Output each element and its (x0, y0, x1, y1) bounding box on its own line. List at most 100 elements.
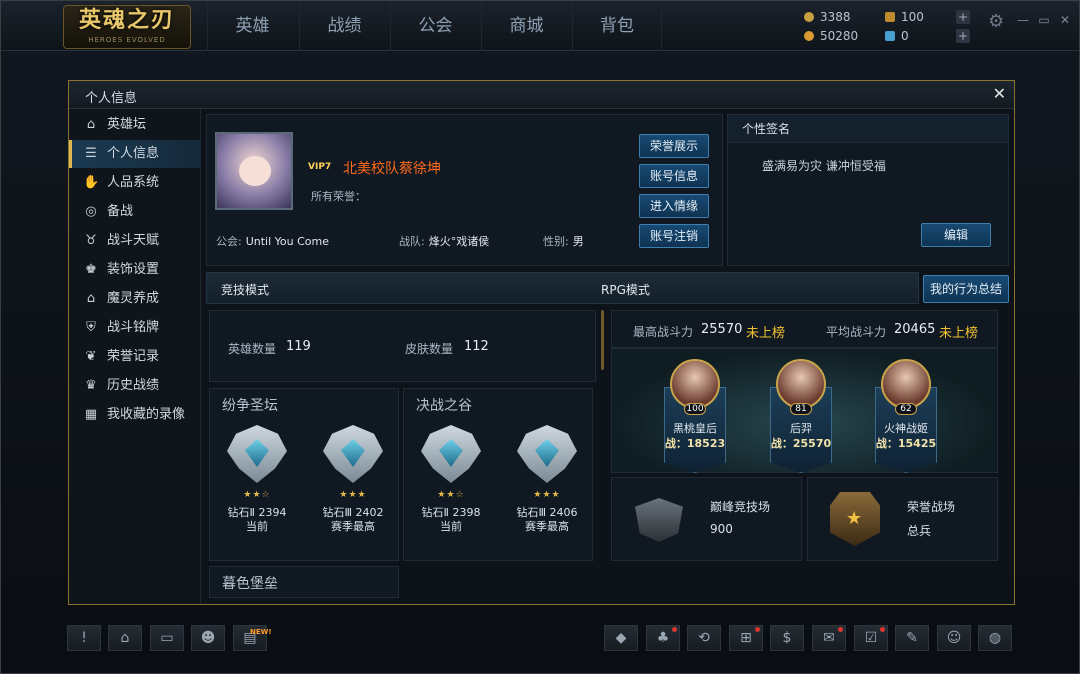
top-bar: 英魂之刃 HEROES EVOLVED 英雄 战绩 公会 商城 背包 3388 … (1, 1, 1079, 51)
sidebar-item-4[interactable]: ♉ 战斗天赋 (69, 227, 201, 255)
hero-count-value: 119 (286, 339, 311, 354)
gender-info: 性别: 男 (543, 235, 584, 248)
hero-power: 战：15425 (875, 437, 937, 450)
sidebar-item-label: 装饰设置 (107, 262, 160, 277)
maximize-icon[interactable]: ▭ (1037, 13, 1051, 27)
enter-relationship-button[interactable]: 进入情缘 (639, 194, 709, 218)
bell-icon[interactable]: ♣ (646, 625, 680, 651)
max-power-value: 25570 (701, 322, 743, 337)
rank-tier: 钻石Ⅱ 2394 (227, 506, 287, 519)
hero-level: 100 (684, 403, 706, 415)
sidebar-item-5[interactable]: ♚ 装饰设置 (69, 256, 201, 284)
dialog-title: 个人信息 (85, 91, 138, 106)
tab-arena-mode[interactable]: 竞技模式 (221, 281, 269, 298)
hero-level: 62 (895, 403, 917, 415)
tab-rpg-mode[interactable]: RPG模式 (601, 281, 650, 298)
notification-dot (755, 627, 760, 632)
rank-stars: ★★★ (533, 490, 561, 500)
sidebar-item-1[interactable]: ☰ 个人信息 (69, 140, 201, 168)
wechat-icon[interactable]: ◍ (978, 625, 1012, 651)
sidebar-item-3[interactable]: ◎ 备战 (69, 198, 201, 226)
notification-dot (672, 627, 677, 632)
film-icon: ▦ (84, 407, 98, 422)
cart-icon[interactable]: ⊞ (729, 625, 763, 651)
add-currency-button[interactable]: + (956, 10, 970, 24)
edit-signature-button[interactable]: 编辑 (921, 223, 991, 247)
honor-label: 所有荣誉： (311, 190, 366, 203)
money-bag-icon[interactable]: $ (770, 625, 804, 651)
sidebar-item-7[interactable]: ⛨ 战斗铭牌 (69, 314, 201, 342)
coin-stack-icon (804, 31, 814, 41)
sidebar-item-label: 我收藏的录像 (107, 407, 186, 422)
nav-tab-shop[interactable]: 商城 (481, 1, 571, 51)
sidebar-item-8[interactable]: ❦ 荣誉记录 (69, 343, 201, 371)
edit-icon[interactable]: ✎ (895, 625, 929, 651)
collection-counts: 英雄数量 119 皮肤数量 112 (209, 310, 596, 382)
alert-icon[interactable]: ! (67, 625, 101, 651)
nav-tab-heroes[interactable]: 英雄 (207, 1, 297, 51)
guild-value: Until You Come (245, 235, 330, 248)
scrollbar-thumb[interactable] (601, 310, 604, 370)
account-cancel-button[interactable]: 账号注销 (639, 224, 709, 248)
sidebar-item-10[interactable]: ▦ 我收藏的录像 (69, 401, 201, 429)
sidebar-item-label: 荣誉记录 (107, 349, 160, 364)
nav-tab-bag[interactable]: 背包 (572, 1, 662, 51)
new-badge: NEW! (250, 628, 272, 636)
rank-stars: ★★☆ (437, 490, 465, 500)
diamond-icon[interactable]: ◆ (604, 625, 638, 651)
sidebar-item-9[interactable]: ♛ 历史战绩 (69, 372, 201, 400)
settings-gear-icon[interactable]: ⚙ (988, 11, 1004, 32)
sidebar-item-0[interactable]: ⌂ 英雄坛 (69, 111, 201, 139)
close-icon[interactable]: ✕ (993, 84, 1006, 103)
gem-counter: 0 (885, 28, 909, 44)
hero-portrait (881, 359, 931, 409)
sidebar-item-6[interactable]: ⌂ 魔灵养成 (69, 285, 201, 313)
nav-tab-records[interactable]: 战绩 (299, 1, 389, 51)
diamond-rank-medal-icon (227, 425, 287, 483)
rank-note: 当前 (440, 520, 462, 533)
home-icon[interactable]: ⌂ (108, 625, 142, 651)
minimize-icon[interactable]: — (1016, 13, 1030, 27)
behavior-summary-button[interactable]: 我的行为总结 (923, 275, 1009, 303)
globe-icon: ◎ (85, 204, 97, 219)
honor-field-title: 荣誉战场 (907, 500, 956, 514)
honor-display-button[interactable]: 荣誉展示 (639, 134, 709, 158)
ticket-icon (885, 12, 895, 22)
avatar-face (239, 156, 271, 186)
nav-tab-guild[interactable]: 公会 (390, 1, 480, 51)
rank-section-title: 纷争圣坛 (222, 398, 278, 414)
notification-dot (838, 627, 843, 632)
checklist-icon[interactable]: ☑ (854, 625, 888, 651)
gem-icon (885, 31, 895, 41)
dialog-header: 个人信息 ✕ (69, 81, 1014, 109)
sidebar-item-label: 战斗铭牌 (107, 320, 160, 335)
sidebar-item-2[interactable]: ✋ 人品系统 (69, 169, 201, 197)
rank-note: 当前 (246, 520, 268, 533)
logo-subtitle: HEROES EVOLVED (88, 36, 166, 44)
signature-panel: 个性签名 盛满易为灾 谦冲恒受福 编辑 (727, 114, 1009, 266)
avatar[interactable] (215, 132, 293, 210)
news-icon[interactable]: ▤ NEW! (233, 625, 272, 651)
hero-level: 81 (790, 403, 812, 415)
honor-field-panel: ★ 荣誉战场 总兵 (807, 477, 998, 561)
gem-core (439, 439, 463, 467)
diamond-rank-medal-icon (421, 425, 481, 483)
add-gem-button[interactable]: + (956, 29, 970, 43)
trophy-person-icon: ♚ (85, 262, 97, 277)
diamond-rank-medal-icon (323, 425, 383, 483)
food-counter: 100 (885, 9, 924, 25)
logo-text: 英魂之刃 (78, 8, 175, 33)
support-icon[interactable]: ☺ (937, 625, 971, 651)
rank-tier: 钻石Ⅲ 2406 (516, 506, 578, 519)
top-heroes-showcase: 100 黑桃皇后 战：18523 81 后羿 战：25570 62 火神战姬 战：15425 (611, 348, 998, 473)
hero-power: 战：18523 (664, 437, 726, 450)
avg-power-value: 20465 (894, 322, 936, 337)
account-info-button[interactable]: 账号信息 (639, 164, 709, 188)
sidebar: ⌂ 英雄坛 ☰ 个人信息 ✋ 人品系统 ◎ 备战 ♉ 战斗天赋 ♚ 装饰设置 ⌂ 魔灵养成 ⛨ 战斗铭牌 ❦ 荣誉… (69, 109, 201, 604)
badge-icon: ⛨ (86, 320, 96, 335)
mail-icon[interactable]: ✉ (812, 625, 846, 651)
refresh-icon[interactable]: ⟲ (687, 625, 721, 651)
friends-icon[interactable]: ☻ (191, 625, 225, 651)
chat-icon[interactable]: ▭ (150, 625, 184, 651)
close-window-icon[interactable]: ✕ (1058, 13, 1072, 27)
